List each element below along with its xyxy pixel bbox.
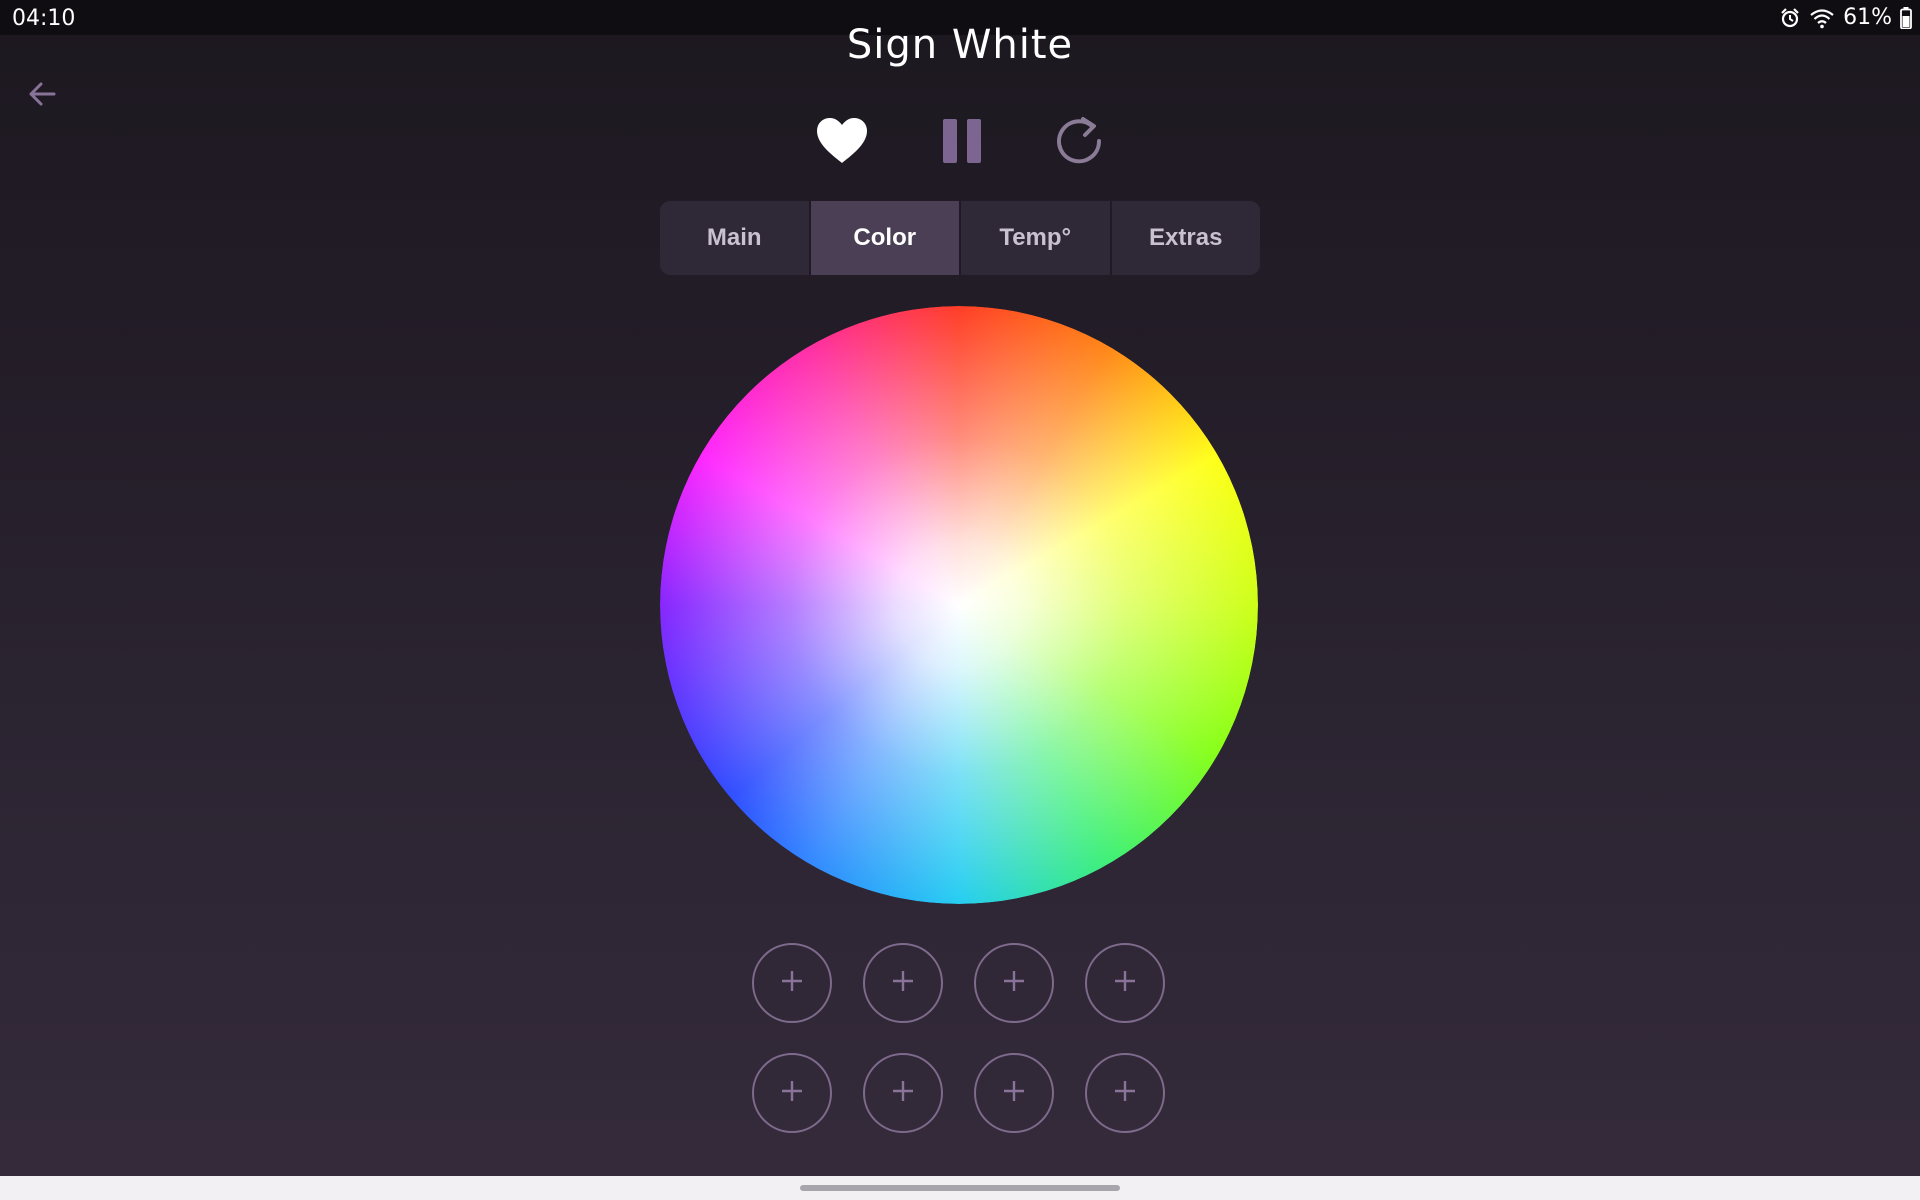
favorite-button[interactable] — [811, 112, 873, 174]
refresh-icon — [1053, 115, 1105, 172]
add-preset-button-3[interactable] — [974, 943, 1054, 1023]
add-preset-button-2[interactable] — [863, 943, 943, 1023]
tab-main[interactable]: Main — [660, 201, 811, 275]
plus-icon — [1113, 969, 1137, 998]
plus-icon — [1113, 1079, 1137, 1108]
back-button[interactable] — [22, 76, 62, 116]
navigation-bar — [0, 1176, 1920, 1200]
add-preset-button-5[interactable] — [752, 1053, 832, 1133]
add-preset-button-7[interactable] — [974, 1053, 1054, 1133]
plus-icon — [1002, 1079, 1026, 1108]
tab-extras[interactable]: Extras — [1112, 201, 1261, 275]
plus-icon — [891, 1079, 915, 1108]
plus-icon — [1002, 969, 1026, 998]
color-presets — [752, 943, 1166, 1133]
add-preset-button-6[interactable] — [863, 1053, 943, 1133]
tab-bar: Main Color Temp° Extras — [660, 201, 1260, 275]
add-preset-button-1[interactable] — [752, 943, 832, 1023]
plus-icon — [891, 969, 915, 998]
color-wheel[interactable] — [660, 306, 1258, 904]
arrow-left-icon — [27, 81, 57, 112]
heart-icon — [815, 117, 869, 170]
plus-icon — [780, 969, 804, 998]
tab-color[interactable]: Color — [810, 201, 961, 275]
pause-button[interactable] — [931, 112, 993, 174]
add-preset-button-4[interactable] — [1085, 943, 1165, 1023]
add-preset-button-8[interactable] — [1085, 1053, 1165, 1133]
color-wheel-saturation — [660, 306, 1258, 904]
refresh-button[interactable] — [1048, 112, 1110, 174]
home-handle[interactable] — [800, 1185, 1120, 1191]
tab-temp[interactable]: Temp° — [961, 201, 1112, 275]
page-title: Sign White — [846, 22, 1074, 68]
plus-icon — [780, 1079, 804, 1108]
pause-icon — [941, 117, 983, 170]
playback-controls — [0, 112, 1920, 174]
